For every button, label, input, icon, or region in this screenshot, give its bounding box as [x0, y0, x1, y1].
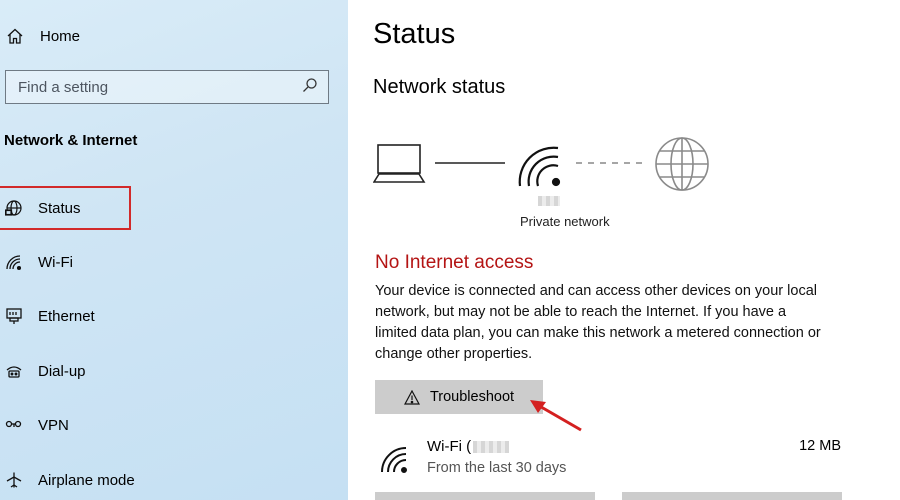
laptop-icon — [373, 144, 426, 183]
vpn-icon — [0, 416, 28, 434]
wifi-icon — [0, 253, 28, 271]
sidebar-item-label: VPN — [38, 416, 69, 434]
wifi-signal-icon — [518, 146, 561, 187]
wifi-ssid-redacted — [473, 441, 510, 454]
red-arrow-annotation — [530, 400, 582, 432]
sidebar-item-wifi[interactable]: Wi-Fi — [0, 240, 73, 284]
home-label: Home — [40, 27, 81, 45]
connection-status-text: No Internet access — [375, 252, 534, 273]
troubleshoot-label: Troubleshoot — [429, 389, 515, 405]
data-usage: 12 MB — [799, 438, 841, 454]
wifi-icon — [379, 444, 409, 479]
sidebar-item-airplane[interactable]: Airplane mode — [0, 458, 135, 500]
usage-period: From the last 30 days — [427, 460, 567, 476]
properties-button[interactable] — [375, 492, 595, 500]
wifi-name-text: Wi-Fi ( — [427, 438, 472, 455]
globe-icon — [655, 137, 709, 191]
main-panel: Status Network status Private network No… — [348, 0, 900, 500]
sidebar-item-vpn[interactable]: VPN — [0, 403, 69, 447]
airplane-icon — [0, 471, 28, 489]
sidebar-item-label: Dial-up — [38, 362, 86, 380]
sidebar-item-label: Ethernet — [38, 307, 95, 325]
sidebar-item-label: Wi-Fi — [38, 253, 73, 271]
wifi-name: Wi-Fi ( — [427, 438, 510, 455]
sidebar-item-dialup[interactable]: Dial-up — [0, 349, 86, 393]
ethernet-icon — [0, 307, 28, 325]
sidebar-item-status[interactable]: Status — [0, 186, 131, 230]
search-box[interactable] — [5, 70, 329, 104]
data-usage-button[interactable] — [622, 492, 842, 500]
network-type-label: Private network — [520, 214, 610, 229]
home-icon — [0, 27, 30, 45]
home-link[interactable]: Home — [0, 22, 80, 50]
dial-up-icon — [0, 362, 28, 380]
search-icon[interactable] — [302, 77, 318, 98]
sidebar-item-label: Airplane mode — [38, 471, 135, 489]
wifi-usage-row[interactable]: Wi-Fi ( From the last 30 days 12 MB — [375, 432, 845, 482]
status-description: Your device is connected and can access … — [375, 283, 821, 362]
troubleshoot-button[interactable]: Troubleshoot — [375, 380, 543, 414]
page-title: Status — [373, 18, 456, 50]
globe-status-icon — [0, 199, 28, 217]
search-input[interactable] — [18, 78, 278, 96]
network-id-redacted — [538, 196, 560, 206]
section-title: Network & Internet — [4, 132, 138, 149]
sidebar-item-ethernet[interactable]: Ethernet — [0, 294, 95, 338]
sidebar: Home Network & Internet Status Wi-Fi — [0, 0, 348, 500]
sidebar-item-label: Status — [38, 199, 81, 217]
warning-icon — [403, 389, 420, 405]
network-diagram: Private network — [373, 130, 723, 240]
section-heading: Network status — [373, 76, 506, 98]
